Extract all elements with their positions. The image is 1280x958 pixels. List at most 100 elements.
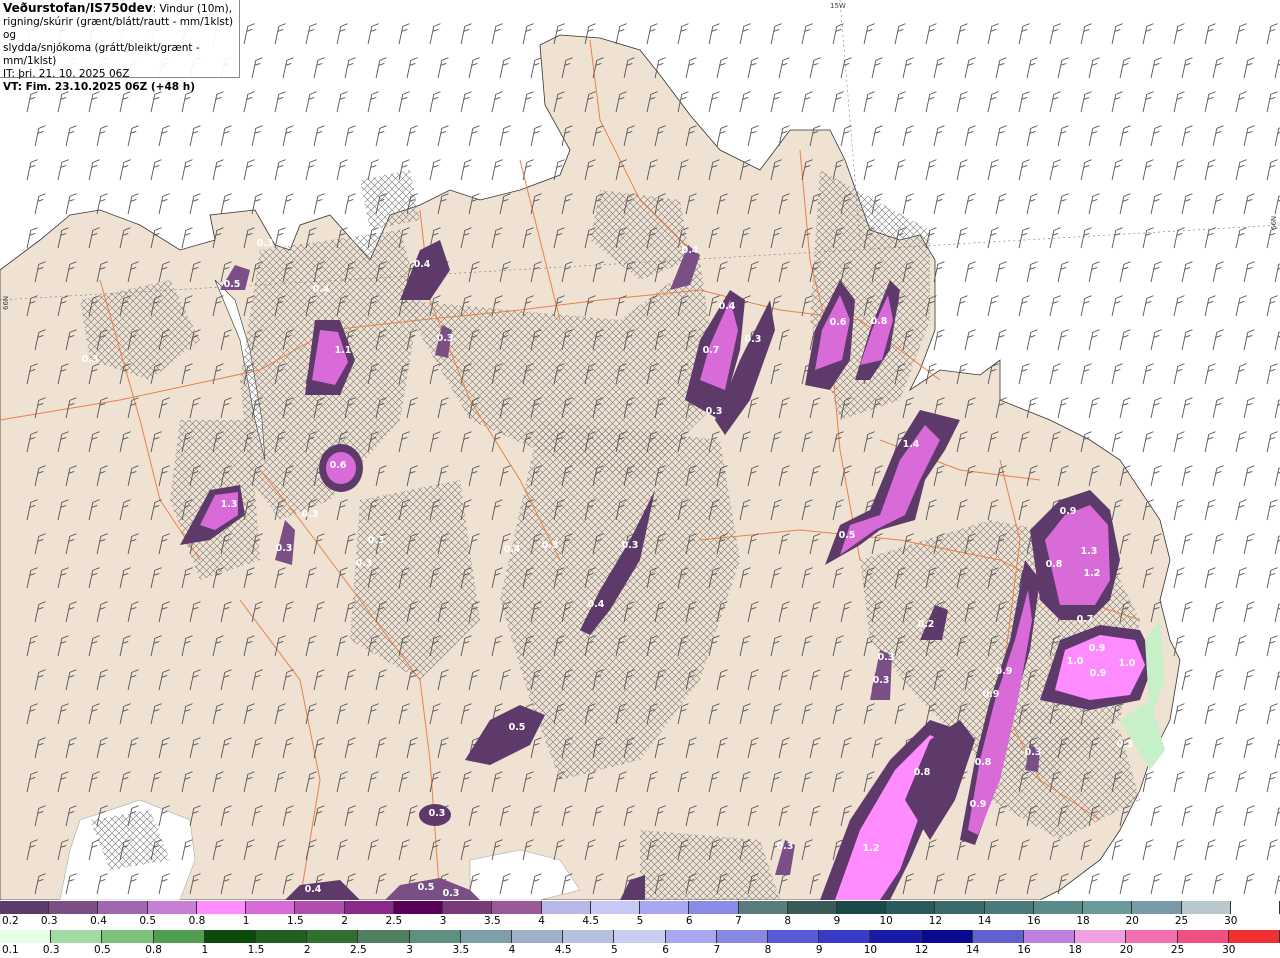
- legend-swatch: [563, 930, 615, 943]
- precip-value-label: 1.2: [863, 843, 880, 854]
- precip-value-label: 1.0: [1067, 656, 1084, 667]
- rain-legend-bar: [0, 930, 1280, 943]
- snow-legend-bar: [0, 901, 1280, 914]
- legend-swatch: [307, 930, 359, 943]
- legend-label: 30: [1222, 944, 1236, 956]
- legend-label: 3: [406, 944, 413, 956]
- legend-swatch: [689, 901, 739, 914]
- precip-value-label: 1.4: [903, 439, 920, 450]
- legend-label: 0.5: [94, 944, 111, 956]
- legend-swatch: [590, 901, 641, 914]
- precip-value-label: 0.8: [871, 316, 888, 327]
- legend-swatch: [1075, 930, 1127, 943]
- legend-label: 5: [636, 915, 644, 927]
- precip-value-label: 0.8: [1046, 559, 1063, 570]
- legend-label: 12: [928, 915, 943, 927]
- precip-value-label: 1.2: [1084, 568, 1101, 579]
- legend-swatch: [0, 930, 52, 943]
- legend-label: 3.5: [452, 944, 470, 956]
- legend-label: 2: [303, 944, 311, 956]
- legend-swatch: [204, 930, 257, 943]
- legend-swatch: [716, 930, 769, 943]
- legend-label: 12: [914, 944, 929, 956]
- valid-time: VT: Fim. 23.10.2025 06Z (+48 h): [3, 81, 196, 93]
- precip-value-label: 0.4: [588, 599, 605, 610]
- precip-value-label: 0.8: [975, 757, 992, 768]
- rain-legend-ticks: 0.1 0.3 0.5 0.8 1 1.5 2 2.5 3 3.5 4 4.5 5 6 7 8 9 10 12 14 1…: [0, 944, 1280, 958]
- precip-value-label: 1.0: [1119, 658, 1136, 669]
- legend-label: 2.5: [350, 944, 367, 956]
- legend-swatch: [0, 901, 50, 914]
- legend-label: 0.3: [40, 915, 58, 927]
- precip-value-label: 0.4: [504, 544, 521, 555]
- legend-label: 16: [1017, 944, 1031, 956]
- legend-label: 18: [1068, 944, 1082, 956]
- legend-swatch: [1126, 930, 1178, 943]
- legend-label: 1.5: [287, 915, 304, 927]
- precip-value-label: 0.9: [1060, 506, 1077, 517]
- precip-value-label: 0.3: [1025, 747, 1042, 758]
- legend-swatch: [1230, 901, 1280, 914]
- legend-swatch: [768, 930, 820, 943]
- precip-value-label: 0.3: [745, 334, 762, 345]
- legend-swatch: [98, 901, 148, 914]
- precip-value-label: 0.3: [368, 535, 385, 546]
- precip-value-label: 0.7: [1077, 614, 1094, 625]
- legend-label: 0.5: [139, 915, 157, 927]
- legend-label: 2: [341, 915, 348, 927]
- legend-label: 4: [508, 944, 516, 956]
- legend-swatch: [787, 901, 837, 914]
- precip-value-label: 0.9: [983, 689, 1000, 700]
- precip-value-label: 0.3: [356, 558, 373, 569]
- legend-swatch: [819, 930, 871, 943]
- legend-swatch: [295, 901, 345, 914]
- legend-label: 4.5: [582, 915, 600, 927]
- legend-swatch: [256, 930, 308, 943]
- legend-label: 9: [815, 944, 823, 956]
- weather-map: 15W 66N 66N 0.40.50.30.41.10.30.61.30.30…: [0, 0, 1280, 900]
- precip-value-label: 0.5: [839, 530, 856, 541]
- precip-value-label: 0.4: [305, 884, 322, 895]
- legend-label: 16: [1027, 915, 1041, 927]
- precip-value-label: 0.3: [777, 841, 794, 852]
- legend-label: 0.1: [2, 944, 19, 956]
- precip-value-label: 0.7: [703, 345, 720, 356]
- legend-label: 20: [1125, 915, 1139, 927]
- precip-value-label: 0.6: [330, 460, 347, 471]
- legend-label: 14: [966, 944, 980, 956]
- precip-value-label: 0.3: [257, 238, 274, 249]
- legend-swatch: [1083, 901, 1133, 914]
- precip-value-label: 1.3: [1081, 546, 1098, 557]
- legend-swatch: [1181, 901, 1231, 914]
- legend-label: 8: [784, 915, 792, 927]
- legend-swatch: [147, 901, 197, 914]
- precip-value-label: 0.5: [224, 279, 241, 290]
- legend-label: 1: [201, 944, 209, 956]
- rain-legend: 0.1 0.3 0.5 0.8 1 1.5 2 2.5 3 3.5 4 4.5 5 6 7 8 9 10 12 14 1…: [0, 930, 1280, 958]
- precip-value-label: 0.3: [622, 540, 639, 551]
- precip-value-label: 0.4: [313, 284, 330, 295]
- legend-label: 10: [863, 944, 878, 956]
- legend-swatch: [1033, 901, 1084, 914]
- precip-value-label: 0.3: [706, 406, 723, 417]
- legend-swatch: [51, 930, 103, 943]
- map-brand: Veðurstofan/IS750dev: [3, 1, 153, 15]
- precip-value-label: 0.8: [914, 767, 931, 778]
- legend-swatch: [1177, 930, 1229, 943]
- legend-label: 4.5: [554, 944, 572, 956]
- legend-swatch: [344, 901, 394, 914]
- precip-value-label: 0.9: [1089, 643, 1106, 654]
- legend-label: 3: [439, 915, 447, 927]
- legend-swatch: [1024, 930, 1076, 943]
- legend-label: 7: [735, 915, 742, 927]
- precip-value-label: 0.5: [509, 722, 526, 733]
- legend-swatch: [541, 901, 591, 914]
- legend-swatch: [196, 901, 247, 914]
- legend-swatch: [492, 901, 542, 914]
- legend-swatch: [665, 930, 717, 943]
- legend-swatch: [921, 930, 973, 943]
- precip-value-label: 0.9: [1090, 668, 1107, 679]
- legend-swatch: [460, 930, 513, 943]
- legend-label: 18: [1076, 915, 1090, 927]
- legend-swatch: [1228, 930, 1280, 943]
